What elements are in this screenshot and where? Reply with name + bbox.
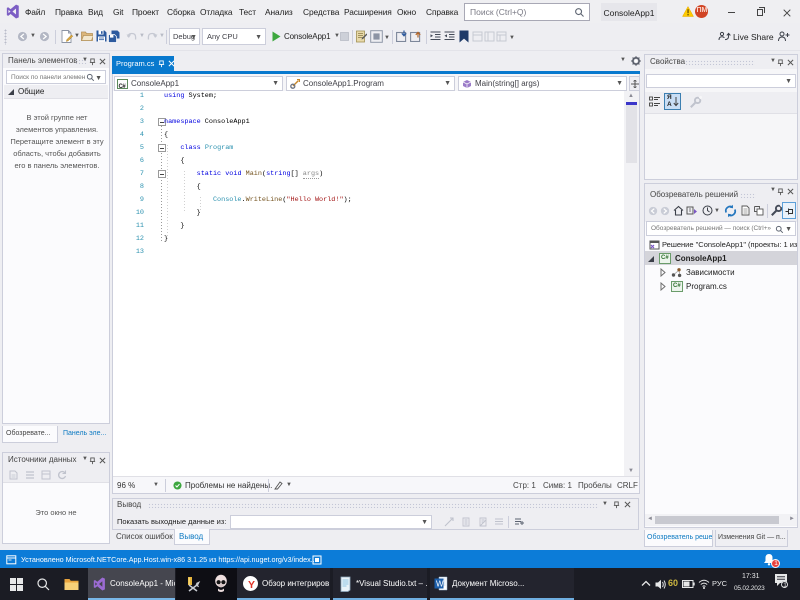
svg-text:W: W (436, 580, 444, 589)
svg-text:1: 1 (783, 582, 787, 589)
